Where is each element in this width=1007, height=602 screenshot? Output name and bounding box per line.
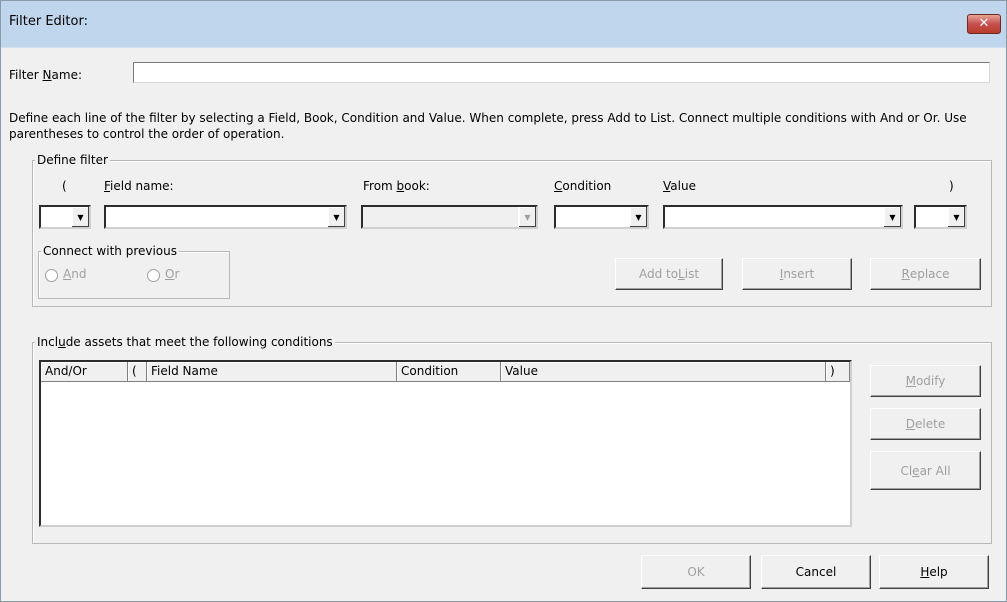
insert-button[interactable]: Insert — [742, 258, 852, 290]
title-bar[interactable]: Filter Editor: ✕ — [1, 1, 1006, 48]
field-name-dropdown[interactable]: ▼ — [104, 205, 347, 229]
column-header-close-paren[interactable]: ) — [826, 362, 850, 382]
close-icon: ✕ — [978, 16, 990, 31]
condition-column-label: Condition — [554, 179, 612, 193]
column-header-open-paren[interactable]: ( — [128, 362, 147, 382]
field-name-column-label: Field name: — [104, 179, 174, 193]
close-paren-column-label: ) — [949, 179, 954, 193]
conditions-group-label: Include assets that meet the following c… — [35, 335, 335, 349]
filter-editor-dialog: Filter Editor: ✕ Filter Name: Define eac… — [0, 0, 1007, 602]
and-radio-label: And — [63, 267, 87, 281]
chevron-down-icon[interactable]: ▼ — [71, 207, 89, 227]
connect-with-previous-label: Connect with previous — [41, 244, 180, 258]
add-to-list-button[interactable]: Add to List — [615, 258, 723, 290]
replace-button[interactable]: Replace — [870, 258, 981, 290]
conditions-list[interactable]: And/Or ( Field Name Condition Value ) — [39, 360, 852, 527]
chevron-down-icon[interactable]: ▼ — [629, 207, 647, 227]
open-paren-column-label: ( — [62, 179, 67, 193]
cancel-button[interactable]: Cancel — [761, 555, 871, 589]
modify-button[interactable]: Modify — [870, 365, 981, 397]
ok-button[interactable]: OK — [641, 555, 751, 589]
column-header-condition[interactable]: Condition — [397, 362, 501, 382]
chevron-down-icon[interactable]: ▼ — [947, 207, 965, 227]
column-header-and-or[interactable]: And/Or — [41, 362, 128, 382]
filter-name-label: Filter Name: — [9, 68, 82, 82]
column-header-field-name[interactable]: Field Name — [147, 362, 397, 382]
window-title: Filter Editor: — [9, 14, 88, 29]
condition-dropdown[interactable]: ▼ — [554, 205, 649, 229]
define-filter-label: Define filter — [35, 153, 110, 167]
delete-button[interactable]: Delete — [870, 408, 981, 440]
from-book-dropdown[interactable]: ▼ — [361, 205, 538, 229]
clear-all-button[interactable]: Cl e ar All — [870, 451, 981, 490]
value-dropdown[interactable]: ▼ — [663, 205, 903, 229]
from-book-column-label: From book: — [363, 179, 430, 193]
help-button[interactable]: Help — [879, 555, 989, 589]
close-paren-dropdown[interactable]: ▼ — [914, 205, 967, 229]
or-radio-label: Or — [165, 267, 180, 281]
instructions-text: Define each line of the filter by select… — [9, 111, 967, 141]
chevron-down-icon[interactable]: ▼ — [327, 207, 345, 227]
and-radio[interactable] — [45, 269, 58, 282]
column-header-value[interactable]: Value — [501, 362, 826, 382]
chevron-down-icon: ▼ — [518, 207, 536, 227]
close-button[interactable]: ✕ — [967, 14, 1001, 34]
or-radio[interactable] — [147, 269, 160, 282]
filter-name-input[interactable] — [133, 62, 990, 83]
open-paren-dropdown[interactable]: ▼ — [39, 205, 91, 229]
value-column-label: Value — [663, 179, 696, 193]
chevron-down-icon[interactable]: ▼ — [883, 207, 901, 227]
